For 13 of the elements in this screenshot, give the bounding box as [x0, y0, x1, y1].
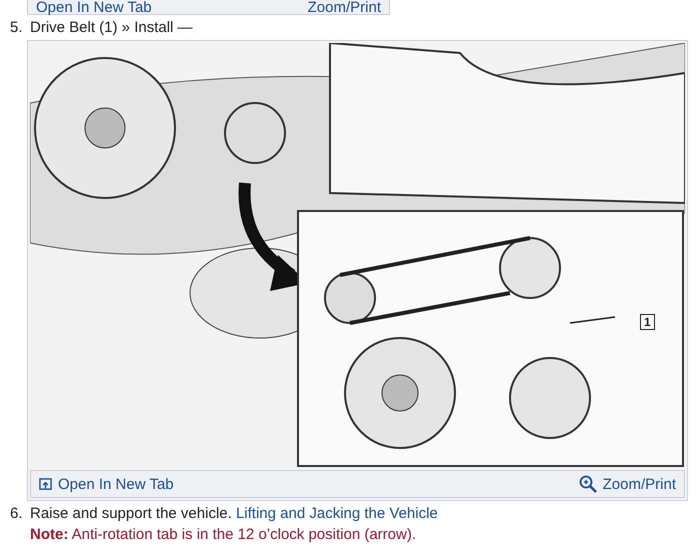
step-text: Raise and support the vehicle. Lifting and Jacking the Vehicle: [30, 505, 439, 522]
procedure-link[interactable]: Lifting and Jacking the Vehicle: [236, 505, 438, 522]
step-title: Drive Belt (1) » Install —: [30, 19, 194, 36]
callout-label: 1: [640, 314, 655, 330]
open-in-new-tab-link[interactable]: Open In New Tab: [39, 476, 174, 492]
zoom-icon: [578, 475, 597, 493]
step-number: 5.: [10, 19, 24, 38]
open-in-new-tab-link[interactable]: Open In New Tab: [36, 0, 152, 16]
zoom-print-link[interactable]: Zoom/Print: [308, 0, 381, 16]
step-number: 6.: [10, 505, 24, 524]
new-tab-icon: [39, 478, 52, 490]
zoom-print-link[interactable]: Zoom/Print: [578, 475, 676, 493]
note-text: Note: Anti-rotation tab is in the 12 o’clock position (arrow).: [30, 526, 417, 543]
